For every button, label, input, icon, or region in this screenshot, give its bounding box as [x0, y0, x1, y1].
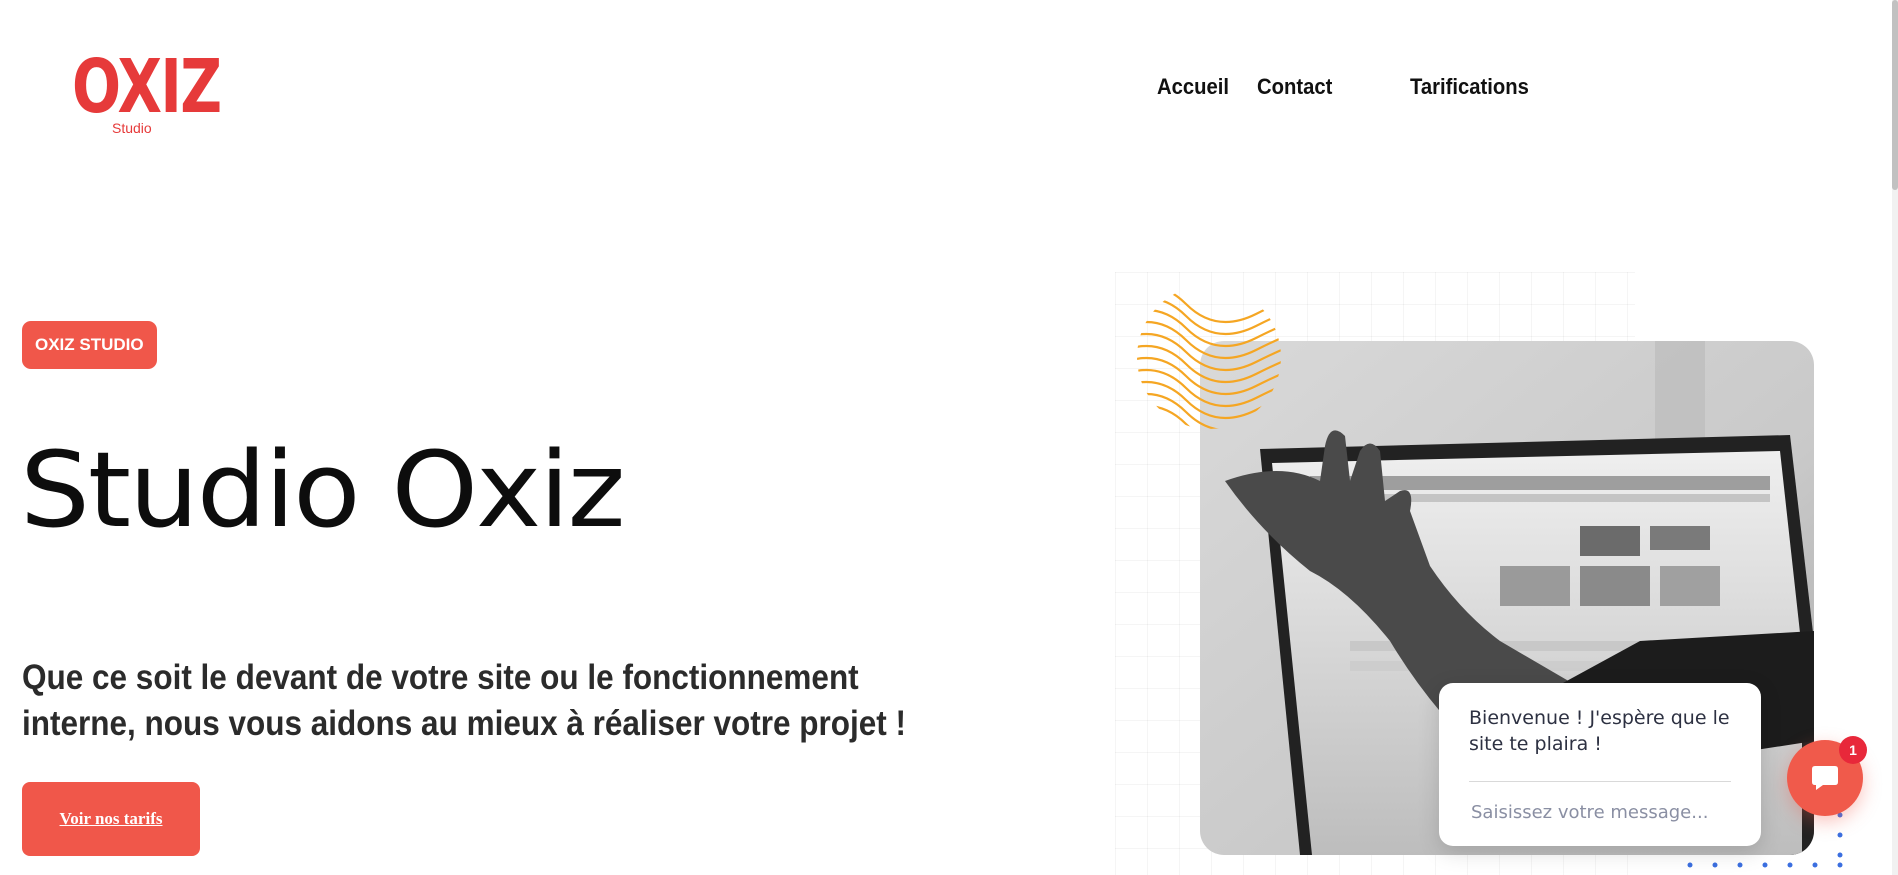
hero-badge: OXIZ STUDIO: [22, 321, 157, 369]
nav-item-tarifications[interactable]: Tarifications: [1410, 74, 1529, 100]
chat-welcome-message: Bienvenue ! J'espère que le site te plai…: [1469, 707, 1730, 755]
chat-divider: [1469, 781, 1731, 782]
pricing-cta-button[interactable]: Voir nos tarifs: [22, 782, 200, 856]
nav-item-contact[interactable]: Contact: [1257, 74, 1332, 100]
page-scrollbar[interactable]: [1892, 0, 1898, 875]
brand-logo[interactable]: OXIZ Studio: [70, 50, 222, 140]
scrollbar-thumb[interactable]: [1892, 0, 1898, 190]
hero-description: Que ce soit le devant de votre site ou l…: [22, 658, 907, 743]
chat-message-input[interactable]: [1469, 793, 1735, 831]
nav-item-accueil[interactable]: Accueil: [1157, 74, 1229, 100]
chat-welcome-popup: Bienvenue ! J'espère que le site te plai…: [1439, 683, 1761, 846]
chat-unread-badge: 1: [1839, 736, 1867, 764]
hero-title: Studio Oxiz: [20, 429, 625, 551]
orange-wave-circle-icon: [1137, 285, 1281, 429]
logo-subtitle: Studio: [112, 120, 152, 136]
logo-mark: OXIZ: [72, 44, 222, 130]
chat-icon: [1812, 766, 1838, 790]
